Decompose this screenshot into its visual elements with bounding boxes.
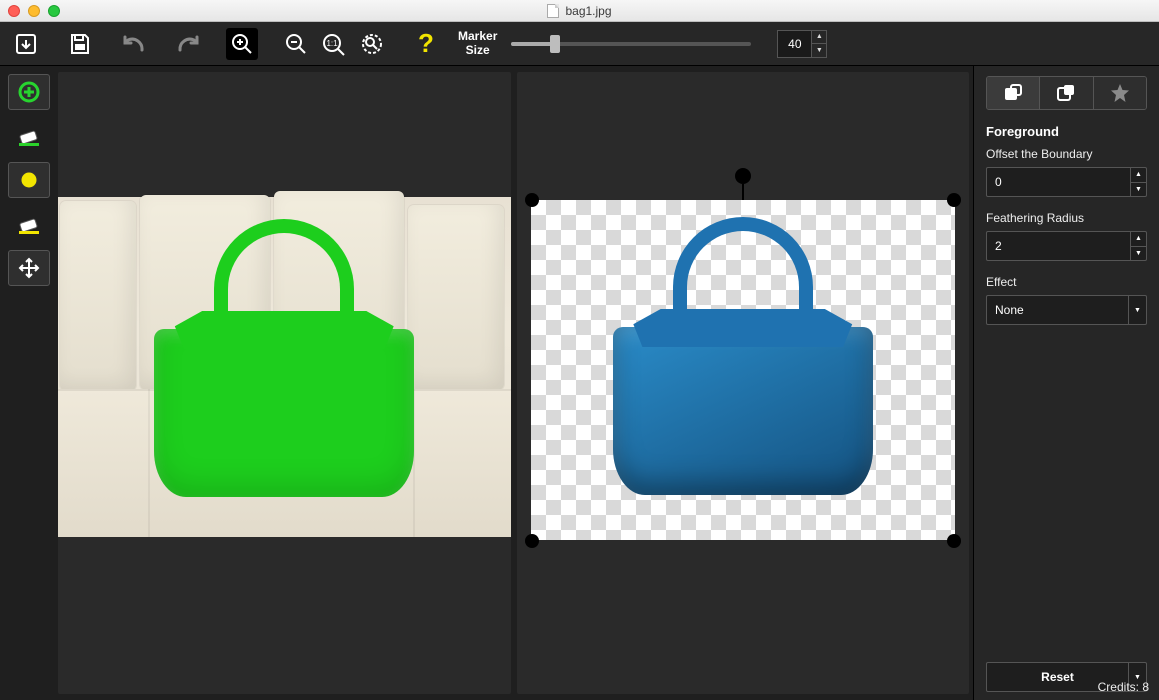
effect-label: Effect bbox=[986, 275, 1147, 289]
move-tool[interactable] bbox=[8, 250, 50, 286]
zoom-out-button[interactable] bbox=[280, 28, 312, 60]
feather-down[interactable]: ▼ bbox=[1131, 247, 1146, 261]
crop-handle-br[interactable] bbox=[947, 534, 961, 548]
source-image bbox=[58, 197, 511, 537]
offset-label: Offset the Boundary bbox=[986, 147, 1147, 161]
offset-field[interactable]: 0 ▲▼ bbox=[986, 167, 1147, 197]
eraser-yellow-tool[interactable] bbox=[8, 206, 50, 242]
credits-label: Credits: 8 bbox=[1098, 680, 1149, 694]
marker-size-field[interactable]: 40 ▲ ▼ bbox=[777, 30, 827, 58]
help-button[interactable]: ? bbox=[410, 28, 442, 60]
settings-panel: Foreground Offset the Boundary 0 ▲▼ Feat… bbox=[973, 66, 1159, 700]
redo-button[interactable] bbox=[172, 28, 204, 60]
mask-overlay bbox=[154, 219, 414, 499]
offset-down[interactable]: ▼ bbox=[1131, 183, 1146, 197]
panel-tabs bbox=[986, 76, 1147, 110]
window-title: bag1.jpg bbox=[565, 4, 611, 18]
chevron-down-icon: ▼ bbox=[1128, 296, 1146, 324]
tab-foreground[interactable] bbox=[987, 77, 1040, 109]
feather-value[interactable]: 2 bbox=[987, 232, 1130, 260]
feather-field[interactable]: 2 ▲▼ bbox=[986, 231, 1147, 261]
crop-handle-bl[interactable] bbox=[525, 534, 539, 548]
svg-text:?: ? bbox=[418, 30, 434, 58]
result-pane[interactable] bbox=[517, 72, 970, 694]
offset-value[interactable]: 0 bbox=[987, 168, 1130, 196]
tab-favorites[interactable] bbox=[1094, 77, 1146, 109]
marker-size-slider[interactable] bbox=[511, 42, 751, 46]
offset-up[interactable]: ▲ bbox=[1131, 168, 1146, 183]
marker-size-value[interactable]: 40 bbox=[777, 30, 811, 58]
feather-up[interactable]: ▲ bbox=[1131, 232, 1146, 247]
left-toolbox bbox=[0, 66, 58, 700]
eraser-green-tool[interactable] bbox=[8, 118, 50, 154]
zoom-actual-button[interactable]: 1:1 bbox=[318, 28, 350, 60]
marker-size-up[interactable]: ▲ bbox=[812, 31, 826, 45]
window-zoom-button[interactable] bbox=[48, 5, 60, 17]
tab-background[interactable] bbox=[1040, 77, 1093, 109]
cutout-image bbox=[613, 217, 873, 497]
marker-size-down[interactable]: ▼ bbox=[812, 44, 826, 57]
window-titlebar: bag1.jpg bbox=[0, 0, 1159, 22]
svg-text:1:1: 1:1 bbox=[326, 39, 338, 48]
crop-handle-tl[interactable] bbox=[525, 193, 539, 207]
canvas-area bbox=[58, 66, 973, 700]
crop-handle-tr[interactable] bbox=[947, 193, 961, 207]
window-minimize-button[interactable] bbox=[28, 5, 40, 17]
document-icon bbox=[547, 4, 559, 18]
marker-size-label: Marker Size bbox=[458, 30, 497, 56]
zoom-in-button[interactable] bbox=[226, 28, 258, 60]
main-toolbar: 1:1 ? Marker Size 40 ▲ ▼ bbox=[0, 22, 1159, 66]
undo-button[interactable] bbox=[118, 28, 150, 60]
feather-label: Feathering Radius bbox=[986, 211, 1147, 225]
yellow-mark-tool[interactable] bbox=[8, 162, 50, 198]
save-button[interactable] bbox=[10, 28, 42, 60]
window-close-button[interactable] bbox=[8, 5, 20, 17]
add-mark-tool[interactable] bbox=[8, 74, 50, 110]
zoom-fit-button[interactable] bbox=[356, 28, 388, 60]
source-pane[interactable] bbox=[58, 72, 511, 694]
effect-value: None bbox=[987, 296, 1128, 324]
section-title: Foreground bbox=[986, 124, 1147, 139]
effect-select[interactable]: None ▼ bbox=[986, 295, 1147, 325]
export-button[interactable] bbox=[64, 28, 96, 60]
